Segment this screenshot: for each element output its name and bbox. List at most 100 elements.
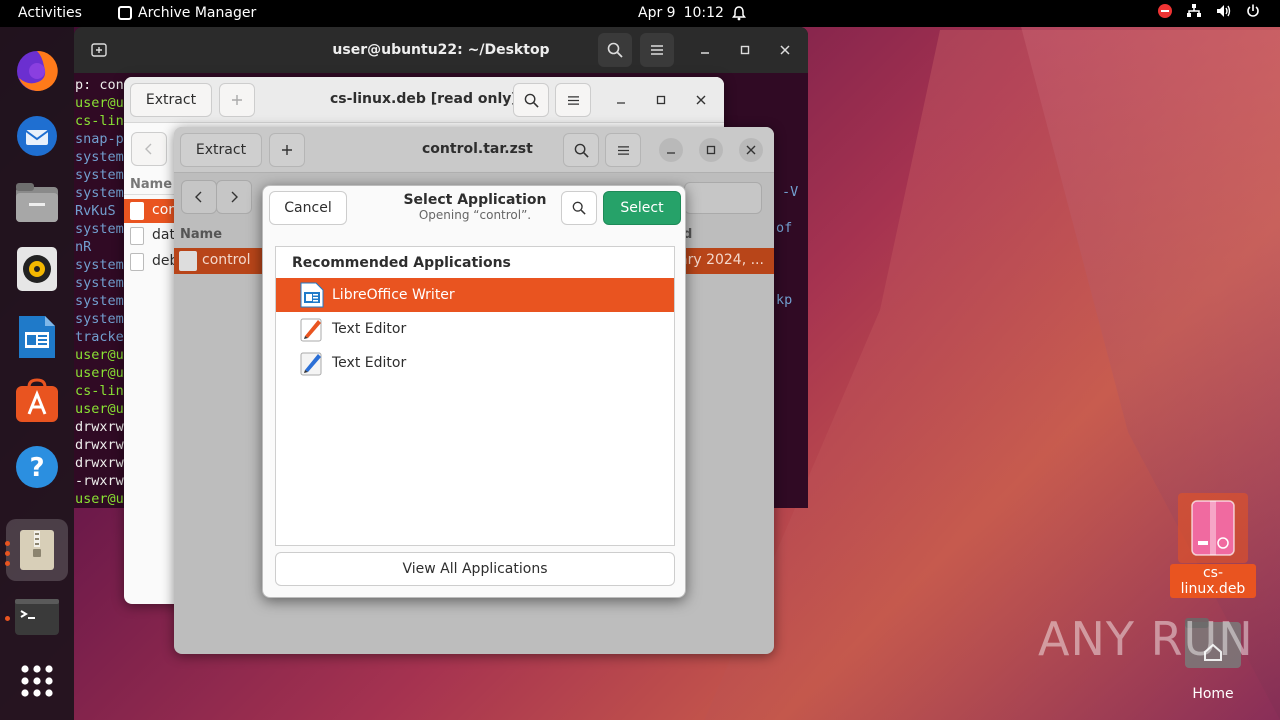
watermark-text: ANY RUN	[1038, 612, 1254, 666]
search-icon	[574, 143, 589, 158]
select-application-dialog: Cancel Select Application Opening “contr…	[262, 185, 686, 598]
archive-manager-icon	[20, 530, 54, 570]
extract-button[interactable]: Extract	[180, 133, 262, 167]
column-name: Name	[130, 177, 173, 192]
close-icon	[696, 95, 706, 105]
show-apps-button[interactable]	[13, 657, 61, 705]
terminal-search-button[interactable]	[598, 33, 632, 67]
text-editor-blue-icon	[300, 350, 324, 376]
thunderbird-icon	[17, 116, 57, 156]
add-files-button[interactable]	[219, 83, 255, 117]
desktop-file-cs-linux-deb[interactable]: cs-linux.deb	[1170, 493, 1256, 598]
file-name: control	[202, 252, 251, 268]
terminal-maximize-button[interactable]	[733, 38, 757, 62]
archive-manager-icon	[118, 6, 132, 20]
hamburger-icon	[567, 95, 579, 105]
running-indicator	[5, 551, 10, 556]
terminal-close-button[interactable]	[773, 38, 797, 62]
libreoffice-writer-icon	[19, 316, 55, 358]
app-row-text-editor[interactable]: Text Editor	[276, 346, 674, 380]
back-button[interactable]	[181, 180, 217, 214]
extract-button[interactable]: Extract	[130, 83, 212, 117]
add-files-button[interactable]	[269, 133, 305, 167]
power-icon	[1247, 4, 1259, 17]
chevron-left-icon	[195, 191, 202, 203]
search-icon	[524, 93, 539, 108]
minimize-icon	[667, 152, 675, 154]
desktop-folder-label: Home	[1192, 686, 1234, 702]
chevron-right-icon	[231, 191, 238, 203]
terminal-launcher[interactable]	[13, 593, 61, 641]
archive-title: control.tar.zst	[422, 141, 533, 157]
binary-file-icon	[130, 253, 144, 271]
libreoffice-writer-icon	[300, 282, 324, 308]
do-not-disturb-icon	[1158, 4, 1172, 18]
maximize-icon	[656, 95, 666, 105]
dialog-search-button[interactable]	[561, 191, 597, 225]
archive-headerbar: Extract control.tar.zst	[174, 127, 774, 173]
archive-close-button[interactable]	[739, 138, 763, 162]
terminal-title: user@ubuntu22: ~/Desktop	[332, 42, 550, 58]
location-bar[interactable]	[684, 182, 762, 214]
system-status-area[interactable]	[1158, 4, 1260, 18]
desktop-icon-highlight	[1178, 493, 1248, 563]
archive-search-button[interactable]	[513, 83, 549, 117]
app-name: Text Editor	[332, 321, 407, 337]
file-name: dat	[152, 227, 175, 243]
volume-icon	[1217, 5, 1231, 17]
archive-menu-button[interactable]	[555, 83, 591, 117]
back-button[interactable]	[131, 132, 167, 166]
debian-package-icon	[1191, 500, 1235, 556]
rhythmbox-icon	[17, 247, 57, 291]
close-icon	[746, 145, 756, 155]
files-launcher[interactable]	[13, 179, 61, 227]
running-indicator	[5, 561, 10, 566]
archive-menu-button[interactable]	[605, 133, 641, 167]
terminal-fragment: -V	[782, 184, 799, 200]
files-icon	[16, 183, 58, 222]
select-button[interactable]: Select	[603, 191, 681, 225]
archive-title: cs-linux.deb [read only]	[330, 91, 518, 107]
plus-icon	[232, 95, 242, 105]
app-menu-label: Archive Manager	[138, 5, 257, 21]
archive-close-button[interactable]	[689, 88, 713, 112]
archive-maximize-button[interactable]	[699, 138, 723, 162]
app-row-libreoffice-writer[interactable]: LibreOffice Writer	[276, 278, 674, 312]
help-launcher[interactable]: ?	[13, 443, 61, 491]
search-icon	[572, 201, 586, 215]
archive-minimize-button[interactable]	[659, 138, 683, 162]
terminal-headerbar: user@ubuntu22: ~/Desktop	[74, 27, 808, 73]
application-list: Recommended Applications LibreOffice Wri…	[275, 246, 675, 546]
archive-maximize-button[interactable]	[649, 88, 673, 112]
terminal-minimize-button[interactable]	[693, 38, 717, 62]
activities-button[interactable]: Activities	[18, 5, 82, 21]
new-tab-button[interactable]	[82, 33, 116, 67]
bell-icon	[731, 5, 746, 20]
writer-launcher[interactable]	[13, 313, 61, 361]
file-modified: ary 2024, ...	[679, 252, 764, 268]
app-row-text-editor[interactable]: Text Editor	[276, 312, 674, 346]
dialog-subtitle: Opening “control”.	[418, 208, 532, 222]
app-grid-icon	[21, 665, 53, 697]
clock[interactable]: Apr 9 10:12	[638, 5, 746, 21]
thunderbird-launcher[interactable]	[13, 112, 61, 160]
search-icon	[607, 42, 623, 58]
firefox-launcher[interactable]	[13, 47, 61, 95]
app-menu[interactable]: Archive Manager	[118, 5, 256, 21]
dock: ?	[0, 27, 74, 720]
binary-file-icon	[179, 251, 197, 271]
dialog-title: Select Application	[403, 192, 547, 208]
hamburger-icon	[617, 145, 629, 155]
view-all-applications-button[interactable]: View All Applications	[275, 552, 675, 586]
app-center-launcher[interactable]	[13, 377, 61, 425]
terminal-menu-button[interactable]	[640, 33, 674, 67]
archive-manager-launcher[interactable]	[6, 519, 68, 581]
forward-button[interactable]	[216, 180, 252, 214]
terminal-fragment: kp	[776, 292, 793, 308]
clock-date: Apr 9	[638, 5, 676, 21]
archive-search-button[interactable]	[563, 133, 599, 167]
archive-headerbar: Extract cs-linux.deb [read only]	[124, 77, 724, 123]
cancel-button[interactable]: Cancel	[269, 191, 347, 225]
archive-minimize-button[interactable]	[609, 88, 633, 112]
rhythmbox-launcher[interactable]	[13, 245, 61, 293]
